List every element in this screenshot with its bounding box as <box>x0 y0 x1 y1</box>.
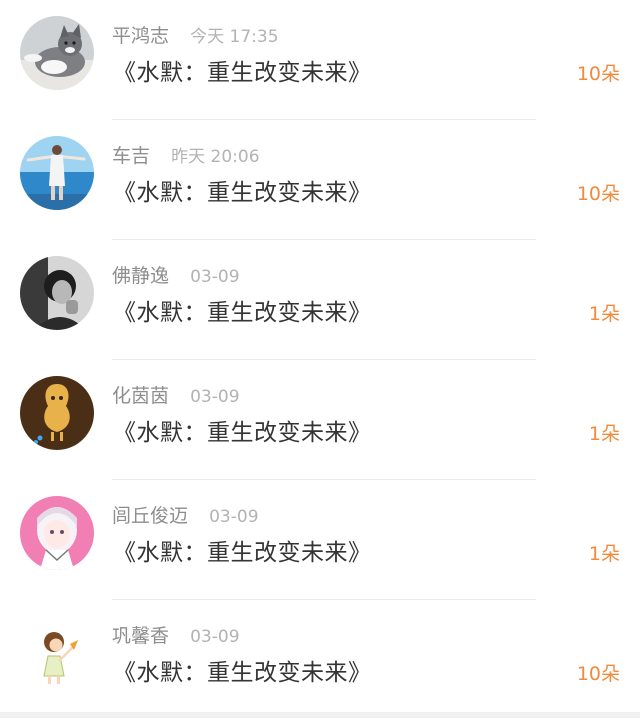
username[interactable]: 平鸿志 <box>112 25 169 47</box>
item-meta: 车吉 昨天 20:06 <box>112 142 260 170</box>
timestamp: 03-09 <box>209 507 259 527</box>
flower-count: 1朵 <box>588 423 620 445</box>
gift-record-list: 平鸿志 今天 17:35 《水默：重生改变未来》 10朵 车吉 昨天 20:06… <box>0 0 640 718</box>
cartoon-girl-avatar-icon[interactable] <box>20 616 94 690</box>
timestamp: 03-09 <box>190 627 240 647</box>
username[interactable]: 闾丘俊迈 <box>112 505 188 527</box>
list-item[interactable]: 佛静逸 03-09 《水默：重生改变未来》 1朵 <box>0 240 640 360</box>
book-title[interactable]: 《水默：重生改变未来》 <box>113 176 372 210</box>
item-meta: 闾丘俊迈 03-09 <box>112 502 259 530</box>
book-title[interactable]: 《水默：重生改变未来》 <box>113 656 372 690</box>
item-meta: 佛静逸 03-09 <box>112 262 240 290</box>
username[interactable]: 巩馨香 <box>112 625 169 647</box>
flower-count: 10朵 <box>576 63 620 85</box>
peanut-avatar-icon[interactable] <box>20 376 94 450</box>
flower-count: 10朵 <box>576 663 620 685</box>
item-meta: 巩馨香 03-09 <box>112 622 240 650</box>
list-item[interactable]: 闾丘俊迈 03-09 《水默：重生改变未来》 1朵 <box>0 480 640 600</box>
item-meta: 平鸿志 今天 17:35 <box>112 22 279 50</box>
anime-girl-avatar-icon[interactable] <box>20 496 94 570</box>
flower-count: 1朵 <box>588 543 620 565</box>
list-item[interactable]: 平鸿志 今天 17:35 《水默：重生改变未来》 10朵 <box>0 0 640 120</box>
cat-photo-avatar-icon[interactable] <box>20 16 94 90</box>
timestamp: 03-09 <box>190 387 240 407</box>
bottom-divider <box>0 712 640 718</box>
book-title[interactable]: 《水默：重生改变未来》 <box>113 416 372 450</box>
list-item[interactable]: 车吉 昨天 20:06 《水默：重生改变未来》 10朵 <box>0 120 640 240</box>
timestamp: 今天 17:35 <box>190 27 279 47</box>
timestamp: 03-09 <box>190 267 240 287</box>
flower-count: 10朵 <box>576 183 620 205</box>
book-title[interactable]: 《水默：重生改变未来》 <box>113 56 372 90</box>
book-title[interactable]: 《水默：重生改变未来》 <box>113 296 372 330</box>
item-meta: 化茵茵 03-09 <box>112 382 240 410</box>
list-item[interactable]: 化茵茵 03-09 《水默：重生改变未来》 1朵 <box>0 360 640 480</box>
sea-photo-avatar-icon[interactable] <box>20 136 94 210</box>
book-title[interactable]: 《水默：重生改变未来》 <box>113 536 372 570</box>
flower-count: 1朵 <box>588 303 620 325</box>
list-item[interactable]: 巩馨香 03-09 《水默：重生改变未来》 10朵 <box>0 600 640 720</box>
bw-person-avatar-icon[interactable] <box>20 256 94 330</box>
username[interactable]: 化茵茵 <box>112 385 169 407</box>
username[interactable]: 车吉 <box>112 145 150 167</box>
timestamp: 昨天 20:06 <box>171 147 260 167</box>
username[interactable]: 佛静逸 <box>112 265 169 287</box>
